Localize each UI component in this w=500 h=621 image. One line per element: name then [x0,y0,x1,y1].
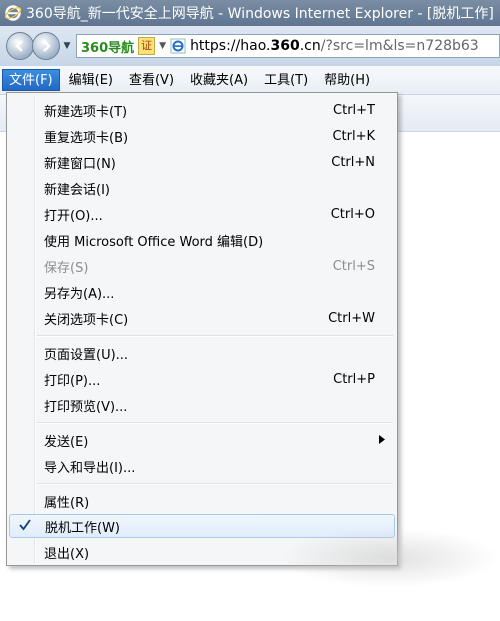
menu-favorites[interactable]: 收藏夹(A) [183,69,255,91]
title-bar: 360导航_新一代安全上网导航 - Windows Internet Explo… [0,0,500,26]
menu-item-print[interactable]: 打印(P)... Ctrl+P [9,367,395,391]
menu-item-open[interactable]: 打开(O)... Ctrl+O [9,202,395,226]
window-title: 360导航_新一代安全上网导航 - Windows Internet Explo… [26,6,494,22]
url-text: https://hao.360.cn/?src=lm&ls=n728b63 [190,38,479,54]
menu-item-close-tab[interactable]: 关闭选项卡(C) Ctrl+W [9,306,395,330]
address-toolbar: ▼ 360导航 证 ▼ https://hao.360.cn/?src=lm&l… [0,26,500,66]
address-field[interactable]: 360导航 证 ▼ https://hao.360.cn/?src=lm&ls=… [76,34,500,58]
menu-item-save-as[interactable]: 另存为(A)... [9,280,395,304]
menu-tools[interactable]: 工具(T) [257,69,315,91]
menu-separator [37,335,393,337]
arrow-right-icon [43,40,51,52]
menu-item-properties[interactable]: 属性(R) [9,489,395,513]
menu-item-print-preview[interactable]: 打印预览(V)... [9,393,395,417]
submenu-arrow-icon [379,435,385,444]
arrow-left-icon [15,40,23,52]
menu-item-page-setup[interactable]: 页面设置(U)... [9,341,395,365]
menu-item-edit-with-word[interactable]: 使用 Microsoft Office Word 编辑(D) [9,228,395,252]
menu-bar: 文件(F) 编辑(E) 查看(V) 收藏夹(A) 工具(T) 帮助(H) [0,66,500,95]
menu-item-save: 保存(S) Ctrl+S [44,258,375,276]
chevron-down-icon[interactable]: ▼ [159,41,166,51]
checkmark-icon [19,519,31,531]
menu-edit[interactable]: 编辑(E) [62,69,120,91]
menu-item-new-tab[interactable]: 新建选项卡(T) Ctrl+T [9,98,395,122]
forward-button[interactable] [32,32,60,60]
back-button[interactable] [6,32,34,60]
menu-help[interactable]: 帮助(H) [317,69,377,91]
blurred-watermark [280,528,500,588]
menu-separator [37,483,393,485]
site-brand: 360导航 [81,40,135,56]
menu-file[interactable]: 文件(F) [2,69,60,91]
menu-separator [37,422,393,424]
menu-item-duplicate-tab[interactable]: 重复选项卡(B) Ctrl+K [9,124,395,148]
menu-item-send[interactable]: 发送(E) [9,428,395,452]
history-dropdown-icon[interactable]: ▼ [62,41,72,51]
menu-view[interactable]: 查看(V) [122,69,181,91]
file-menu-dropdown: 新建选项卡(T) Ctrl+T 重复选项卡(B) Ctrl+K 新建窗口(N) … [6,92,398,566]
menu-item-new-session[interactable]: 新建会话(I) [9,176,395,200]
ie-logo-icon [4,5,22,21]
ie-page-icon [170,38,186,54]
menu-item-new-window[interactable]: 新建窗口(N) Ctrl+N [9,150,395,174]
certificate-badge[interactable]: 证 [138,37,156,55]
menu-item-import-export[interactable]: 导入和导出(I)... [9,454,395,478]
